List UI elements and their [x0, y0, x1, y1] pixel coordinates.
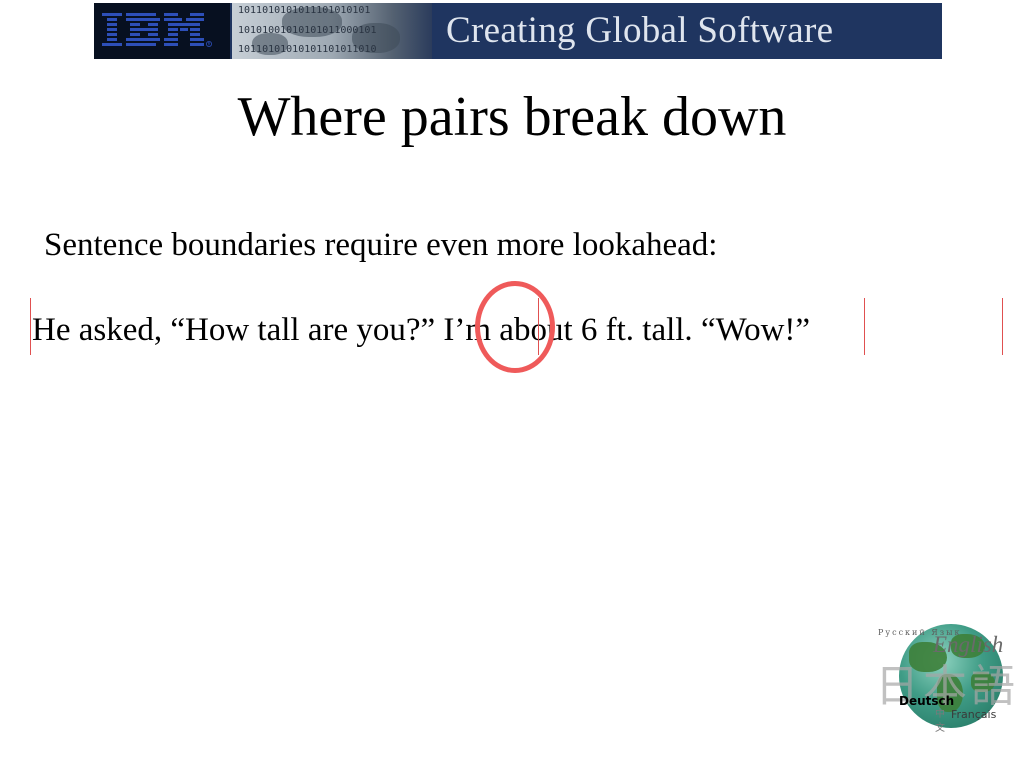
banner-title: Creating Global Software [446, 10, 834, 51]
german-label: Deutsch [899, 694, 955, 708]
binary-row: 1011010101011101010101 [238, 5, 371, 16]
svg-text:R: R [208, 42, 211, 47]
boundary-mark-start [30, 298, 31, 355]
binary-map-strip: 1011010101011101010101 10101001010101011… [232, 3, 432, 59]
boundary-mark-end [1002, 298, 1003, 355]
boundary-mark-after-statement [864, 298, 865, 355]
french-label: Français [951, 708, 997, 721]
example-sentences: He asked, “How tall are you?” I’m about … [32, 310, 810, 350]
header-banner: R 1011010101011101010101 101010010101010… [94, 3, 942, 59]
body-text: Sentence boundaries require even more lo… [44, 227, 718, 263]
globe-language-logo: 日本語 Русский Язык English Deutsch 中文 Fran… [875, 620, 1017, 762]
example-sentence-3: “Wow!” [700, 312, 811, 348]
chinese-label: 中文 [935, 709, 945, 734]
binary-row: 10110101010101101011010 [238, 44, 377, 55]
ibm-logo-box: R [94, 3, 230, 59]
highlight-circle [475, 281, 555, 373]
ibm-logo: R [102, 13, 212, 47]
slide-title: Where pairs break down [237, 86, 787, 148]
binary-row: 10101001010101011000101 [238, 25, 377, 36]
example-sentence-1: He asked, “How tall are you?” [32, 312, 436, 348]
english-label: English [933, 632, 1004, 657]
